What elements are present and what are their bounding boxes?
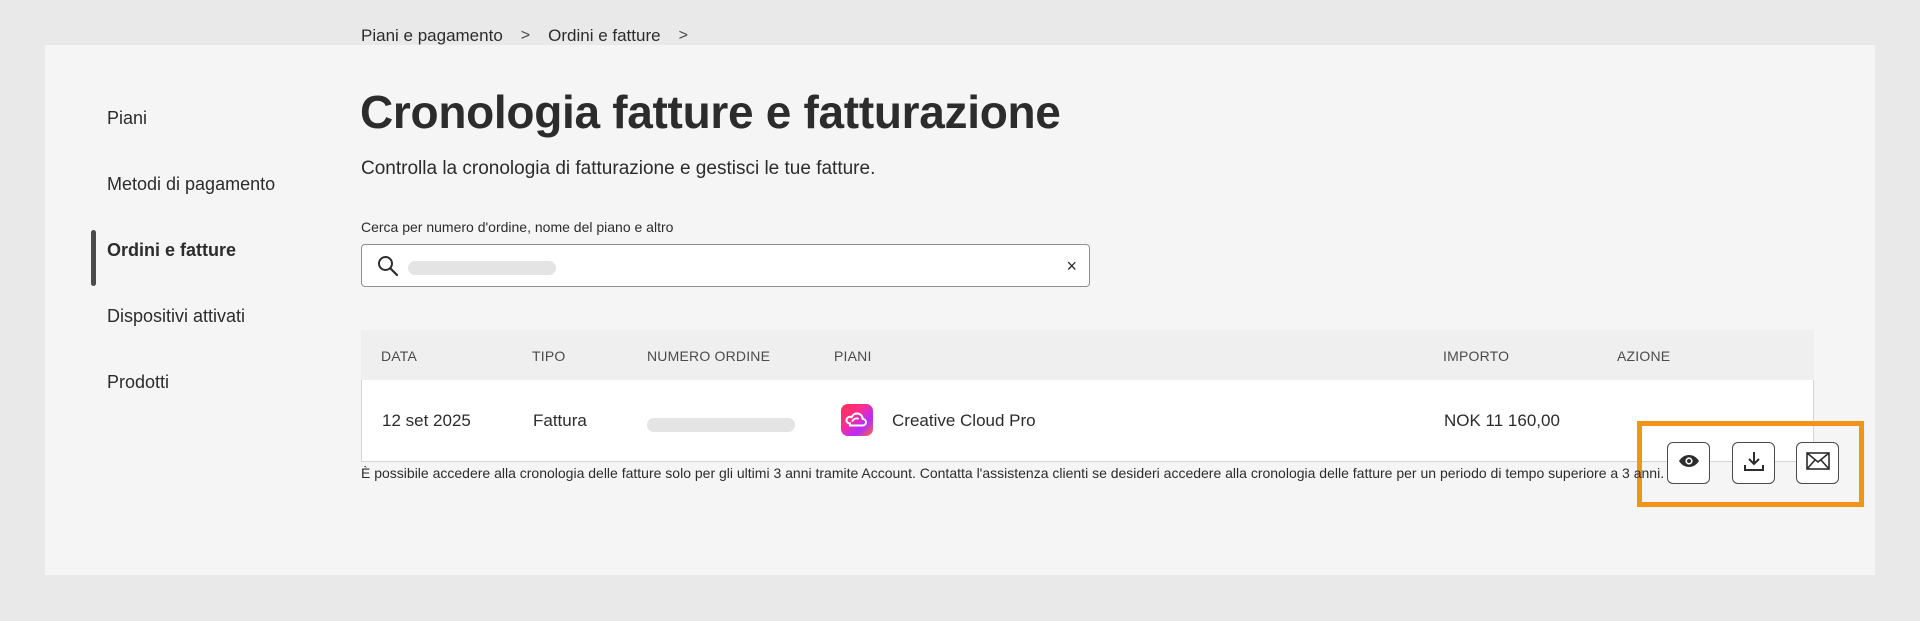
breadcrumb-link-piani-e-pagamento[interactable]: Piani e pagamento: [361, 26, 503, 46]
sidebar-item-prodotti[interactable]: Prodotti: [107, 349, 275, 415]
cell-plan: Creative Cloud Pro: [892, 411, 1036, 430]
cell-amount: NOK 11 160,00: [1444, 411, 1560, 430]
search-input[interactable]: [402, 249, 1022, 282]
history-footnote: È possibile accedere alla cronologia del…: [361, 465, 1665, 481]
eye-icon: [1678, 453, 1700, 474]
redacted-order-number: [647, 418, 795, 432]
creative-cloud-icon: [841, 404, 873, 436]
search-label: Cerca per numero d'ordine, nome del pian…: [361, 219, 674, 235]
column-header-numero-ordine: NUMERO ORDINE: [647, 348, 771, 364]
sidebar-item-label: Ordini e fatture: [107, 239, 237, 260]
active-indicator: [91, 230, 96, 286]
sidebar-item-label: Piani: [107, 107, 148, 128]
page-title: Cronologia fatture e fatturazione: [360, 86, 1061, 138]
email-invoice-button[interactable]: [1796, 442, 1839, 484]
cell-date: 12 set 2025: [382, 411, 471, 430]
sidebar-item-label: Metodi di pagamento: [107, 173, 276, 194]
sidebar: Piani Metodi di pagamento Ordini e fattu…: [91, 85, 275, 415]
view-invoice-button[interactable]: [1667, 442, 1710, 484]
column-header-tipo: TIPO: [532, 348, 566, 364]
table-header: DATA TIPO NUMERO ORDINE PIANI IMPORTO AZ…: [361, 330, 1814, 380]
chevron-right-icon: >: [678, 27, 688, 44]
column-header-data: DATA: [381, 348, 418, 364]
table-row: 12 set 2025 Fattura Creative Cloud Pro N…: [361, 380, 1814, 462]
column-header-azione: AZIONE: [1617, 348, 1671, 364]
chevron-right-icon: >: [520, 27, 531, 44]
mail-icon: [1805, 451, 1830, 475]
breadcrumb-link-ordini-e-fatture[interactable]: Ordini e fatture: [548, 26, 660, 46]
column-header-piani: PIANI: [834, 348, 872, 364]
download-icon: [1743, 450, 1765, 477]
sidebar-item-metodi-di-pagamento[interactable]: Metodi di pagamento: [107, 151, 275, 217]
sidebar-item-dispositivi-attivati[interactable]: Dispositivi attivati: [107, 283, 275, 349]
sidebar-item-piani[interactable]: Piani: [107, 85, 275, 151]
sidebar-item-ordini-e-fatture[interactable]: Ordini e fatture: [91, 217, 275, 286]
sidebar-item-label: Prodotti: [107, 371, 170, 392]
invoices-table: DATA TIPO NUMERO ORDINE PIANI IMPORTO AZ…: [361, 330, 1814, 462]
page-subtitle: Controlla la cronologia di fatturazione …: [361, 158, 876, 179]
column-header-importo: IMPORTO: [1443, 348, 1510, 364]
search-icon: [376, 254, 400, 283]
clear-icon[interactable]: ×: [1066, 256, 1077, 277]
cell-type: Fattura: [533, 411, 587, 430]
search-field[interactable]: ×: [361, 244, 1090, 287]
sidebar-item-label: Dispositivi attivati: [107, 305, 246, 326]
breadcrumb: Piani e pagamento > Ordini e fatture >: [361, 26, 706, 46]
download-invoice-button[interactable]: [1732, 442, 1775, 484]
